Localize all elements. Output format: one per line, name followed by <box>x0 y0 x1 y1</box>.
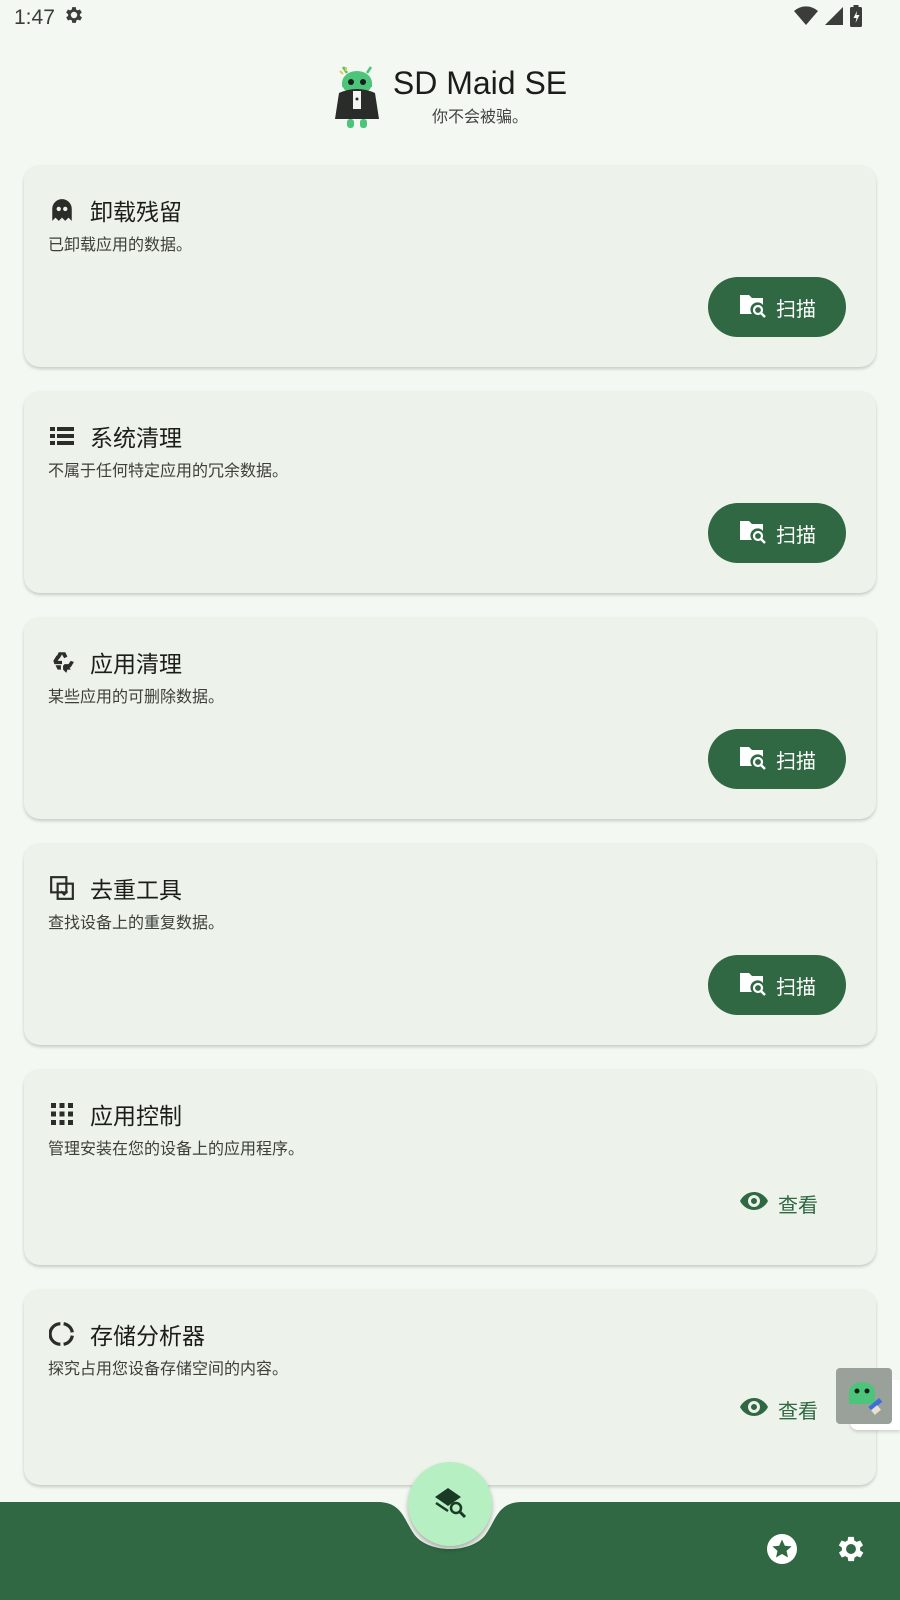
duplicate-icon <box>48 874 76 902</box>
card-title: 应用控制 <box>90 1104 182 1130</box>
card-description: 已卸载应用的数据。 <box>48 235 193 254</box>
app-logo <box>333 63 381 129</box>
card-description: 查找设备上的重复数据。 <box>48 913 225 932</box>
status-bar: 1:47 <box>0 0 900 36</box>
card-description: 探究占用您设备存储空间的内容。 <box>48 1359 289 1378</box>
folder-search-icon <box>738 970 766 1001</box>
scan-button-label: 扫描 <box>776 296 816 321</box>
systemcleaner-card[interactable]: 系统清理 不属于任何特定应用的冗余数据。 扫描 <box>24 391 876 593</box>
app-subtitle: 你不会被骗。 <box>431 107 528 126</box>
app-title: SD Maid SE <box>392 65 568 101</box>
card-description: 某些应用的可删除数据。 <box>48 687 225 706</box>
card-description: 不属于任何特定应用的冗余数据。 <box>48 461 289 480</box>
scan-button[interactable]: 扫描 <box>708 729 846 789</box>
view-button[interactable]: 查看 <box>740 1189 818 1218</box>
donut-icon <box>48 1320 76 1348</box>
card-title: 应用清理 <box>90 652 182 678</box>
deduplicator-card[interactable]: 去重工具 查找设备上的重复数据。 扫描 <box>24 843 876 1045</box>
scan-all-fab[interactable] <box>408 1462 492 1546</box>
card-title: 系统清理 <box>90 426 182 452</box>
settings-status-icon <box>63 4 85 32</box>
settings-button[interactable] <box>834 1534 868 1568</box>
floating-mascot-widget[interactable] <box>836 1368 892 1424</box>
folder-search-icon <box>738 292 766 323</box>
battery-icon <box>850 4 862 32</box>
ghost-icon <box>48 196 76 224</box>
star-badge-icon <box>766 1533 798 1569</box>
gear-icon <box>834 1532 868 1570</box>
scan-button[interactable]: 扫描 <box>708 277 846 337</box>
folder-search-icon <box>738 744 766 775</box>
appcleaner-card[interactable]: 应用清理 某些应用的可删除数据。 扫描 <box>24 617 876 819</box>
recycle-icon <box>48 648 76 676</box>
card-title: 卸载残留 <box>90 200 182 226</box>
eye-icon <box>740 1397 768 1422</box>
layers-search-icon <box>433 1485 467 1523</box>
list-icon <box>48 422 76 450</box>
scan-button-label: 扫描 <box>776 974 816 999</box>
upgrade-star-button[interactable] <box>765 1534 799 1568</box>
scan-button-label: 扫描 <box>776 522 816 547</box>
scan-button[interactable]: 扫描 <box>708 955 846 1015</box>
status-time: 1:47 <box>14 6 55 29</box>
scan-button-label: 扫描 <box>776 748 816 773</box>
card-title: 去重工具 <box>90 878 182 904</box>
corpsefinder-card[interactable]: 卸载残留 已卸载应用的数据。 扫描 <box>24 165 876 367</box>
grid-icon <box>48 1100 76 1128</box>
view-button-label: 查看 <box>778 1399 818 1423</box>
card-description: 管理安装在您的设备上的应用程序。 <box>48 1139 305 1158</box>
appcontrol-card[interactable]: 应用控制 管理安装在您的设备上的应用程序。 查看 <box>24 1069 876 1265</box>
wifi-icon <box>794 5 818 31</box>
view-button[interactable]: 查看 <box>740 1395 818 1424</box>
view-button-label: 查看 <box>778 1193 818 1217</box>
folder-search-icon <box>738 518 766 549</box>
eye-icon <box>740 1191 768 1216</box>
app-header: SD Maid SE 你不会被骗。 <box>0 60 900 132</box>
scan-button[interactable]: 扫描 <box>708 503 846 563</box>
analyzer-card[interactable]: 存储分析器 探究占用您设备存储空间的内容。 查看 <box>24 1289 876 1485</box>
card-title: 存储分析器 <box>90 1324 205 1350</box>
signal-icon <box>824 6 844 31</box>
